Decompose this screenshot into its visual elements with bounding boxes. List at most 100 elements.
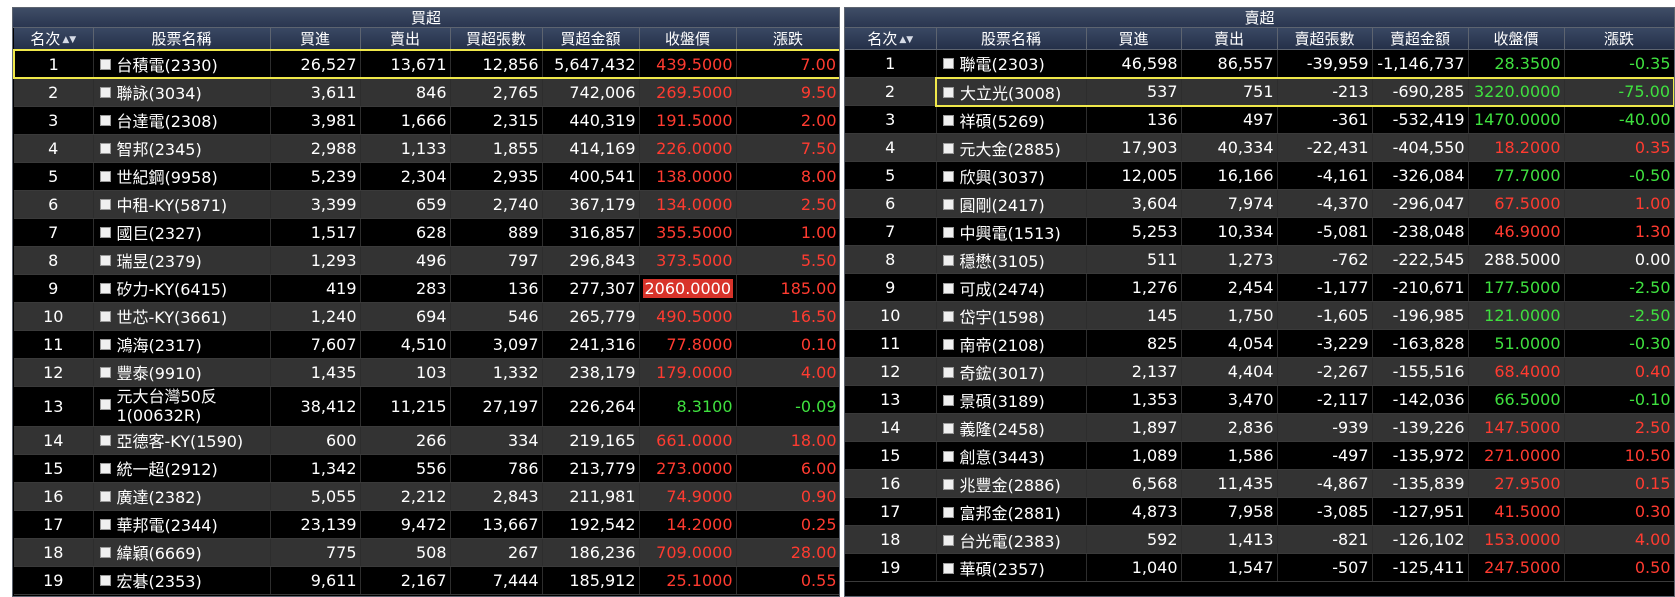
- checkbox-icon[interactable]: [942, 478, 954, 490]
- table-row[interactable]: 7 中興電(1513) 5,253 10,334 -5,081 -238,048 46.90…: [845, 217, 1674, 246]
- stock-name[interactable]: 台光電(2383): [960, 532, 1061, 551]
- table-row[interactable]: 2 大立光(3008) 537 751 -213 -690,285 3220.0000 -75…: [845, 76, 1674, 107]
- stock-name[interactable]: 台積電(2330): [117, 56, 218, 75]
- name-cell[interactable]: 富邦金(2881): [936, 497, 1087, 526]
- name-cell[interactable]: 豐泰(9910): [93, 358, 271, 387]
- checkbox-icon[interactable]: [99, 519, 111, 530]
- name-cell[interactable]: 鴻海(2317): [93, 330, 271, 359]
- table-row[interactable]: 3 祥碩(5269) 136 497 -361 -532,419 1470.0000 -40.…: [845, 105, 1674, 134]
- name-cell[interactable]: 創意(3443): [936, 441, 1087, 470]
- checkbox-icon[interactable]: [942, 394, 954, 406]
- checkbox-icon[interactable]: [99, 87, 111, 99]
- checkbox-icon[interactable]: [99, 143, 111, 154]
- name-cell[interactable]: 義隆(2458): [936, 413, 1087, 442]
- name-cell[interactable]: 統一超(2912): [93, 454, 271, 483]
- name-cell[interactable]: 緯穎(6669): [93, 538, 271, 567]
- name-cell[interactable]: 矽力-KY(6415): [93, 274, 271, 303]
- table-row[interactable]: 14 義隆(2458) 1,897 2,836 -939 -139,226 147.5000…: [845, 413, 1674, 442]
- checkbox-icon[interactable]: [942, 310, 954, 322]
- checkbox-icon[interactable]: [99, 59, 111, 70]
- table-row[interactable]: 13 元大台灣50反1(00632R) 38,412 11,215 27,197 226,…: [14, 386, 839, 427]
- table-row[interactable]: 9 可成(2474) 1,276 2,454 -1,177 -210,671 177.500…: [845, 273, 1674, 302]
- checkbox-icon[interactable]: [942, 142, 954, 154]
- stock-name[interactable]: 智邦(2345): [117, 140, 202, 159]
- checkbox-icon[interactable]: [942, 534, 954, 546]
- stock-name[interactable]: 統一超(2912): [117, 460, 218, 479]
- stock-name[interactable]: 中興電(1513): [960, 224, 1061, 243]
- checkbox-icon[interactable]: [99, 283, 111, 294]
- stock-name[interactable]: 世紀鋼(9958): [117, 168, 218, 187]
- checkbox-icon[interactable]: [99, 491, 111, 502]
- checkbox-icon[interactable]: [99, 115, 111, 126]
- table-row[interactable]: 13 景碩(3189) 1,353 3,470 -2,117 -142,036 66.500…: [845, 385, 1674, 414]
- stock-name[interactable]: 圓剛(2417): [960, 196, 1045, 215]
- checkbox-icon[interactable]: [942, 338, 954, 350]
- stock-name[interactable]: 亞德客-KY(1590): [117, 432, 244, 451]
- name-cell[interactable]: 奇鋐(3017): [936, 357, 1087, 386]
- checkbox-icon[interactable]: [942, 562, 954, 574]
- stock-name[interactable]: 聯電(2303): [960, 55, 1045, 74]
- stock-name[interactable]: 緯穎(6669): [117, 544, 202, 563]
- table-row[interactable]: 8 穩懋(3105) 511 1,273 -762 -222,545 288.5000 0.0…: [845, 245, 1674, 274]
- table-row[interactable]: 11 南帝(2108) 825 4,054 -3,229 -163,828 51.0000 -…: [845, 329, 1674, 358]
- checkbox-icon[interactable]: [99, 227, 111, 238]
- checkbox-icon[interactable]: [943, 86, 954, 98]
- table-row[interactable]: 12 奇鋐(3017) 2,137 4,404 -2,267 -155,516 68.400…: [845, 357, 1674, 386]
- stock-name[interactable]: 世芯-KY(3661): [117, 308, 228, 327]
- name-cell[interactable]: 景碩(3189): [936, 385, 1087, 414]
- name-cell[interactable]: 中租-KY(5871): [93, 190, 271, 219]
- name-cell[interactable]: 台光電(2383): [936, 525, 1087, 554]
- checkbox-icon[interactable]: [942, 506, 954, 518]
- name-cell[interactable]: 宏碁(2353): [93, 566, 271, 595]
- name-cell[interactable]: 大立光(3008): [935, 76, 1087, 107]
- name-cell[interactable]: 台達電(2308): [93, 106, 271, 135]
- table-row[interactable]: 16 廣達(2382) 5,055 2,212 2,843 211,981 74.9000 0…: [14, 482, 839, 511]
- checkbox-icon[interactable]: [942, 198, 954, 210]
- checkbox-icon[interactable]: [99, 311, 111, 322]
- stock-name[interactable]: 宏碁(2353): [117, 572, 202, 591]
- name-cell[interactable]: 圓剛(2417): [936, 189, 1087, 218]
- table-row[interactable]: 8 瑞昱(2379) 1,293 496 797 296,843 373.5000 5.50: [14, 246, 839, 275]
- table-row[interactable]: 4 元大金(2885) 17,903 40,334 -22,431 -404,550 18.…: [845, 133, 1674, 162]
- table-row[interactable]: 9 矽力-KY(6415) 419 283 136 277,307 2060.0000 185…: [14, 274, 839, 303]
- name-cell[interactable]: 瑞昱(2379): [93, 246, 271, 275]
- name-cell[interactable]: 中興電(1513): [936, 217, 1087, 246]
- table-row[interactable]: 5 欣興(3037) 12,005 16,166 -4,161 -326,084 77.70…: [845, 161, 1674, 190]
- stock-name[interactable]: 豐泰(9910): [117, 364, 202, 383]
- stock-name[interactable]: 岱宇(1598): [960, 308, 1045, 327]
- sell-col-amount[interactable]: 賣超金額: [1372, 28, 1469, 50]
- checkbox-icon[interactable]: [99, 199, 111, 210]
- name-cell[interactable]: 元大台灣50反1(00632R): [93, 386, 271, 427]
- stock-name[interactable]: 欣興(3037): [960, 168, 1045, 187]
- table-row[interactable]: 10 岱宇(1598) 145 1,750 -1,605 -196,985 121.0000…: [845, 301, 1674, 330]
- table-row[interactable]: 12 豐泰(9910) 1,435 103 1,332 238,179 179.0000 4.…: [14, 358, 839, 387]
- name-cell[interactable]: 廣達(2382): [93, 482, 271, 511]
- table-row[interactable]: 10 世芯-KY(3661) 1,240 694 546 265,779 490.5000 1…: [14, 302, 839, 331]
- checkbox-icon[interactable]: [99, 367, 111, 378]
- name-cell[interactable]: 台積電(2330): [93, 49, 271, 79]
- stock-name[interactable]: 華邦電(2344): [117, 516, 218, 535]
- checkbox-icon[interactable]: [99, 398, 111, 410]
- checkbox-icon[interactable]: [942, 58, 954, 70]
- checkbox-icon[interactable]: [99, 463, 111, 474]
- table-row[interactable]: 19 宏碁(2353) 9,611 2,167 7,444 185,912 25.1000 0…: [14, 566, 839, 595]
- checkbox-icon[interactable]: [942, 114, 954, 126]
- table-row[interactable]: 19 華碩(2357) 1,040 1,547 -507 -125,411 247.5000…: [845, 553, 1674, 582]
- checkbox-icon[interactable]: [99, 171, 111, 182]
- stock-name[interactable]: 祥碩(5269): [960, 112, 1045, 131]
- table-row[interactable]: 14 亞德客-KY(1590) 600 266 334 219,165 661.0000 18…: [14, 426, 839, 455]
- buy-col-sell[interactable]: 賣出: [360, 28, 451, 51]
- name-cell[interactable]: 岱宇(1598): [936, 301, 1087, 330]
- checkbox-icon[interactable]: [942, 366, 954, 378]
- buy-col-close[interactable]: 收盤價: [639, 28, 737, 51]
- table-row[interactable]: 3 台達電(2308) 3,981 1,666 2,315 440,319 191.5000…: [14, 106, 839, 135]
- sell-col-sell[interactable]: 賣出: [1181, 28, 1278, 50]
- name-cell[interactable]: 祥碩(5269): [936, 105, 1087, 134]
- buy-col-rank[interactable]: 名次 ▲▼: [14, 28, 94, 51]
- stock-name[interactable]: 元大台灣50反1(00632R): [117, 387, 270, 425]
- name-cell[interactable]: 智邦(2345): [93, 134, 271, 163]
- stock-name[interactable]: 穩懋(3105): [960, 252, 1045, 271]
- table-row[interactable]: 7 國巨(2327) 1,517 628 889 316,857 355.5000 1.00: [14, 218, 839, 247]
- stock-name[interactable]: 國巨(2327): [117, 224, 202, 243]
- name-cell[interactable]: 兆豐金(2886): [936, 469, 1087, 498]
